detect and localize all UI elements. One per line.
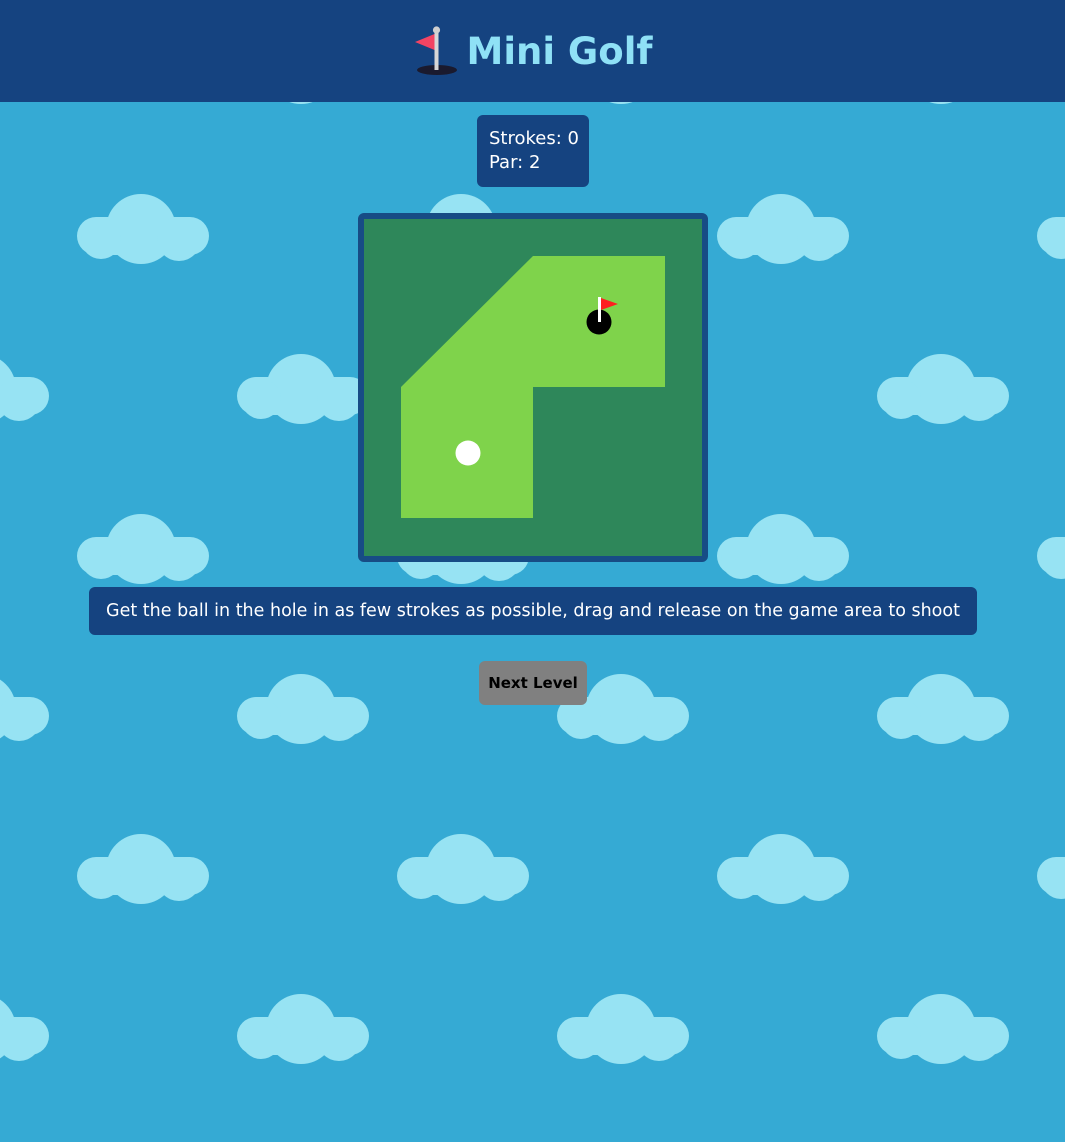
cloud-decoration bbox=[237, 674, 369, 744]
cloud-decoration bbox=[717, 834, 849, 904]
game-area[interactable] bbox=[358, 213, 708, 562]
cloud-decoration bbox=[1037, 514, 1065, 584]
title-group: Mini Golf bbox=[413, 26, 653, 76]
cloud-decoration bbox=[877, 354, 1009, 424]
course-canvas[interactable] bbox=[364, 219, 702, 556]
cloud-decoration bbox=[0, 674, 49, 744]
flag-in-hole-icon bbox=[414, 26, 457, 75]
cloud-decoration bbox=[77, 194, 209, 264]
cloud-decoration bbox=[1037, 834, 1065, 904]
cloud-decoration bbox=[397, 834, 529, 904]
cloud-decoration bbox=[717, 194, 849, 264]
cloud-decoration bbox=[77, 834, 209, 904]
cloud-decoration bbox=[0, 994, 49, 1064]
cloud-decoration bbox=[0, 354, 49, 424]
cloud-decoration bbox=[717, 514, 849, 584]
cloud-decoration bbox=[877, 994, 1009, 1064]
golf-ball[interactable] bbox=[455, 440, 481, 466]
cloud-decoration bbox=[77, 514, 209, 584]
instructions-banner: Get the ball in the hole in as few strok… bbox=[89, 587, 977, 635]
strokes-counter: Strokes: 0 bbox=[489, 128, 579, 149]
par-value: Par: 2 bbox=[489, 152, 541, 173]
score-panel: Strokes: 0 Par: 2 bbox=[477, 115, 589, 187]
cloud-decoration bbox=[237, 354, 369, 424]
header-bar: Mini Golf bbox=[0, 0, 1065, 102]
cloud-decoration bbox=[237, 994, 369, 1064]
cloud-decoration bbox=[1037, 194, 1065, 264]
cloud-decoration bbox=[877, 674, 1009, 744]
flag-pole bbox=[598, 297, 601, 322]
next-level-button[interactable]: Next Level bbox=[479, 661, 587, 705]
page-title: Mini Golf bbox=[466, 29, 653, 73]
cloud-decoration bbox=[557, 994, 689, 1064]
